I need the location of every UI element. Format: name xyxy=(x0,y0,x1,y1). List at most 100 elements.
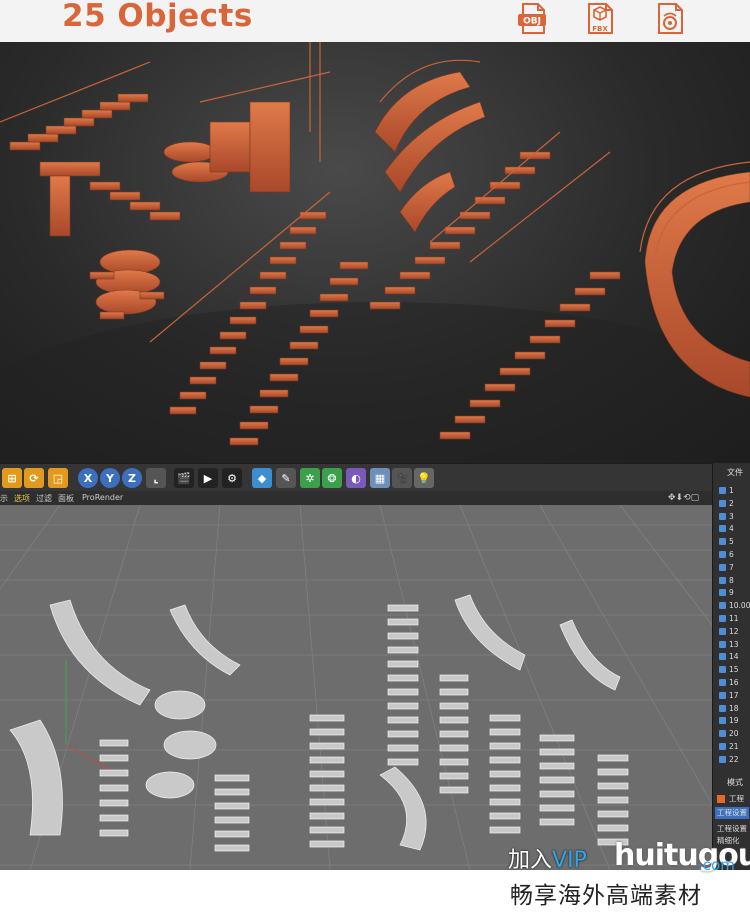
menu-item[interactable]: 示 xyxy=(0,493,8,504)
menu-item-panel[interactable]: 面板 xyxy=(58,493,74,504)
floor-button[interactable]: ▦ xyxy=(370,468,390,488)
project-item[interactable]: 工程 xyxy=(729,793,744,804)
object-list-item[interactable]: 16 xyxy=(717,677,750,689)
null-object-icon xyxy=(719,576,726,584)
render-picture-viewer-button[interactable]: ▶ xyxy=(198,468,218,488)
null-object-icon xyxy=(719,691,726,699)
null-object-icon xyxy=(719,512,726,520)
object-list-item[interactable]: 6 xyxy=(717,549,750,561)
null-object-icon xyxy=(719,602,726,610)
object-list-item[interactable]: 19 xyxy=(717,715,750,727)
object-list-item[interactable]: 7 xyxy=(717,562,750,574)
camera-button[interactable]: 🎥 xyxy=(392,468,412,488)
watermark-domain: .com xyxy=(698,856,735,874)
watermark-join-vip: 加入VIP xyxy=(508,842,587,874)
object-list-item[interactable]: 2 xyxy=(717,498,750,510)
object-name: 7 xyxy=(729,562,734,572)
object-list-item[interactable]: 17 xyxy=(717,690,750,702)
null-object-icon xyxy=(719,743,726,750)
menu-item-filter[interactable]: 过滤 xyxy=(36,493,52,504)
watermark-vip: VIP xyxy=(552,848,587,873)
menu-item-prorender[interactable]: ProRender xyxy=(82,493,123,502)
object-name: 21 xyxy=(729,742,739,751)
object-list-item[interactable]: 8 xyxy=(717,575,750,587)
menu-item-options[interactable]: 选项 xyxy=(14,493,30,504)
x-axis-lock-button[interactable]: X xyxy=(78,468,98,488)
object-list-item[interactable]: 5 xyxy=(717,536,750,548)
c4d-file-icon xyxy=(654,2,688,36)
object-name: 14 xyxy=(729,652,739,662)
mode-tab[interactable]: 模式 xyxy=(727,777,743,788)
null-object-icon xyxy=(719,487,726,494)
project-settings-item[interactable]: 工程设置 xyxy=(715,807,749,819)
object-list-item[interactable]: 3 xyxy=(717,511,750,523)
null-object-icon xyxy=(719,525,726,533)
object-name: 2 xyxy=(729,498,734,508)
object-name: 13 xyxy=(729,639,739,649)
object-name: 8 xyxy=(729,575,734,585)
object-list-item[interactable]: 12 xyxy=(717,626,750,638)
subdivision-button[interactable]: ✲ xyxy=(300,468,320,488)
null-object-icon xyxy=(719,730,726,738)
object-name: 9 xyxy=(729,588,734,598)
3d-viewport[interactable] xyxy=(0,505,712,870)
null-object-icon xyxy=(719,551,726,558)
object-list-item[interactable]: 18 xyxy=(717,703,750,715)
null-object-icon xyxy=(719,717,726,725)
object-name: 22 xyxy=(729,754,739,764)
null-object-icon xyxy=(719,538,726,546)
object-name: 6 xyxy=(729,550,734,559)
object-name: 19 xyxy=(729,716,739,726)
coordinate-system-button[interactable]: ⌞ xyxy=(146,468,166,488)
fbx-file-icon: FBX xyxy=(584,2,618,36)
scale-tool-button[interactable]: ◲ xyxy=(48,468,68,488)
null-object-icon xyxy=(719,679,726,686)
rotate-tool-button[interactable]: ⟳ xyxy=(24,468,44,488)
object-list-item[interactable]: 1 xyxy=(717,485,750,497)
object-list-item[interactable]: 22 xyxy=(717,754,750,766)
object-name: 3 xyxy=(729,511,734,521)
y-axis-lock-button[interactable]: Y xyxy=(100,468,120,488)
object-name: 17 xyxy=(729,690,739,700)
file-tab[interactable]: 文件 xyxy=(727,467,743,478)
null-object-icon xyxy=(719,563,726,571)
c4d-toolbar: ⊞ ⟳ ◲ X Y Z ⌞ 🎬 ▶ ⚙ ◆ ✎ ✲ ❂ ◐ ▦ 🎥 💡 xyxy=(0,463,712,492)
null-object-icon xyxy=(719,627,726,635)
render-settings-button[interactable]: ⚙ xyxy=(222,468,242,488)
object-list-item[interactable]: 4 xyxy=(717,523,750,535)
object-name: 4 xyxy=(729,524,734,534)
object-name: 15 xyxy=(729,665,739,675)
render-view-button[interactable]: 🎬 xyxy=(174,468,194,488)
null-object-icon xyxy=(719,704,726,712)
obj-label: OBJ xyxy=(523,17,541,27)
null-object-icon xyxy=(719,653,726,661)
obj-file-icon: OBJ xyxy=(516,2,550,36)
object-list-item[interactable]: 21 xyxy=(717,741,750,753)
pen-spline-button[interactable]: ✎ xyxy=(276,468,296,488)
viewport-menubar: 示 选项 过滤 面板 ProRender ✥⬇⟲▢ xyxy=(0,491,712,505)
header: 25 Objects OBJ FBX xyxy=(0,0,750,42)
viewport-nav-icons[interactable]: ✥⬇⟲▢ xyxy=(668,493,699,503)
watermark-join: 加入 xyxy=(508,848,553,873)
object-name: 11 xyxy=(729,614,739,623)
null-object-icon xyxy=(719,755,726,763)
object-list-item[interactable]: 11 xyxy=(717,613,750,625)
cloner-button[interactable]: ❂ xyxy=(322,468,342,488)
cube-primitive-button[interactable]: ◆ xyxy=(252,468,272,488)
deformer-button[interactable]: ◐ xyxy=(346,468,366,488)
page-title: 25 Objects xyxy=(62,0,253,34)
object-list-item[interactable]: 20 xyxy=(717,728,750,740)
object-list-item[interactable]: 15 xyxy=(717,664,750,676)
object-list-item[interactable]: 10.00 xyxy=(717,600,750,612)
object-name: 10.00 xyxy=(729,601,750,611)
z-axis-lock-button[interactable]: Z xyxy=(122,468,142,488)
object-name: 16 xyxy=(729,678,739,687)
object-manager-panel: 文件 1 2 3 4 5 6 7 8 9 10.00 11 12 13 14 15 16 17 18 19 20 21 2… xyxy=(712,463,750,870)
object-list-item[interactable]: 13 xyxy=(717,639,750,651)
select-tool-button[interactable]: ⊞ xyxy=(2,468,22,488)
object-list-item[interactable]: 14 xyxy=(717,651,750,663)
null-object-icon xyxy=(719,666,726,674)
light-button[interactable]: 💡 xyxy=(414,468,434,488)
object-name: 1 xyxy=(729,486,734,495)
object-list-item[interactable]: 9 xyxy=(717,587,750,599)
